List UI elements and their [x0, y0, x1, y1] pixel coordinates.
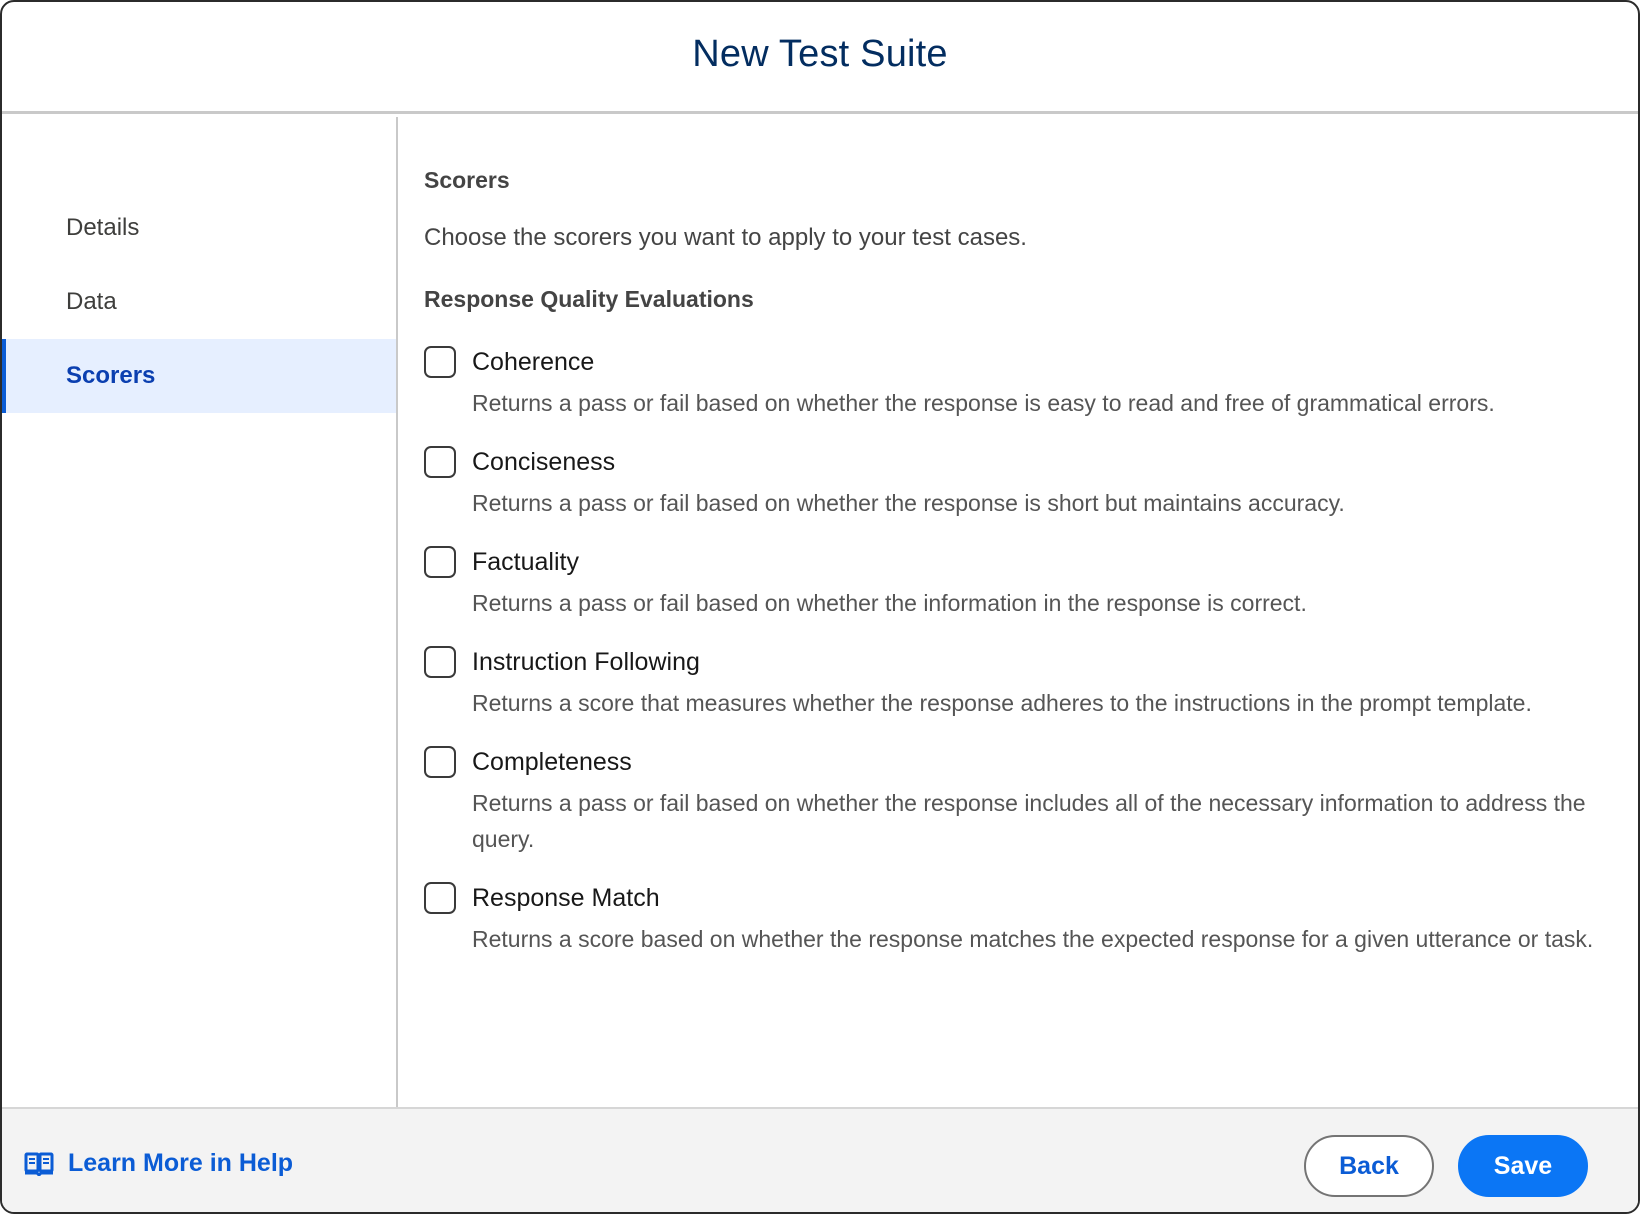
scorer-description: Returns a score that measures whether th… — [472, 690, 1532, 716]
scorers-panel: Scorers Choose the scorers you want to a… — [400, 117, 1638, 1107]
scorer-name: Instruction Following — [472, 648, 700, 676]
sidebar-item-details[interactable]: Details — [2, 191, 396, 265]
scorer-coherence: Coherence Returns a pass or fail based o… — [424, 345, 1614, 421]
group-title: Response Quality Evaluations — [424, 286, 754, 312]
coherence-checkbox[interactable] — [424, 346, 456, 378]
sidebar-item-data[interactable]: Data — [2, 265, 396, 339]
scorer-description: Returns a score based on whether the res… — [472, 926, 1594, 952]
back-button[interactable]: Back — [1304, 1135, 1434, 1197]
conciseness-checkbox[interactable] — [424, 446, 456, 478]
scorer-name: Response Match — [472, 884, 660, 912]
book-icon — [24, 1152, 54, 1176]
scorer-conciseness: Conciseness Returns a pass or fail based… — [424, 445, 1614, 521]
scorer-name: Conciseness — [472, 448, 616, 476]
scorer-name: Completeness — [472, 748, 632, 776]
save-button[interactable]: Save — [1458, 1135, 1588, 1197]
factuality-checkbox[interactable] — [424, 546, 456, 578]
completeness-checkbox[interactable] — [424, 746, 456, 778]
scorer-name: Factuality — [472, 548, 579, 576]
new-test-suite-dialog: New Test Suite Details Data Scorers Scor… — [0, 0, 1640, 1214]
dialog-footer: Learn More in Help Back Save — [2, 1107, 1638, 1212]
sidebar-nav: Details Data Scorers — [2, 117, 398, 1107]
scorer-response-match: Response Match Returns a score based on … — [424, 881, 1614, 957]
sidebar-item-scorers[interactable]: Scorers — [2, 339, 396, 413]
scorer-description: Returns a pass or fail based on whether … — [472, 590, 1307, 616]
scorer-completeness: Completeness Returns a pass or fail base… — [424, 745, 1614, 857]
scorer-description: Returns a pass or fail based on whether … — [472, 790, 1586, 852]
section-title: Scorers — [424, 167, 510, 193]
scorer-factuality: Factuality Returns a pass or fail based … — [424, 545, 1614, 621]
scorer-description: Returns a pass or fail based on whether … — [472, 390, 1495, 416]
response-match-checkbox[interactable] — [424, 882, 456, 914]
scorer-instruction-following: Instruction Following Returns a score th… — [424, 645, 1614, 721]
section-intro: Choose the scorers you want to apply to … — [424, 224, 1027, 251]
scorer-description: Returns a pass or fail based on whether … — [472, 490, 1345, 516]
scorer-name: Coherence — [472, 348, 595, 376]
help-link-label: Learn More in Help — [68, 1149, 294, 1177]
instruction-following-checkbox[interactable] — [424, 646, 456, 678]
learn-more-help-link[interactable]: Learn More in Help — [24, 1149, 293, 1178]
dialog-header: New Test Suite — [2, 2, 1638, 114]
dialog-title: New Test Suite — [692, 33, 948, 75]
